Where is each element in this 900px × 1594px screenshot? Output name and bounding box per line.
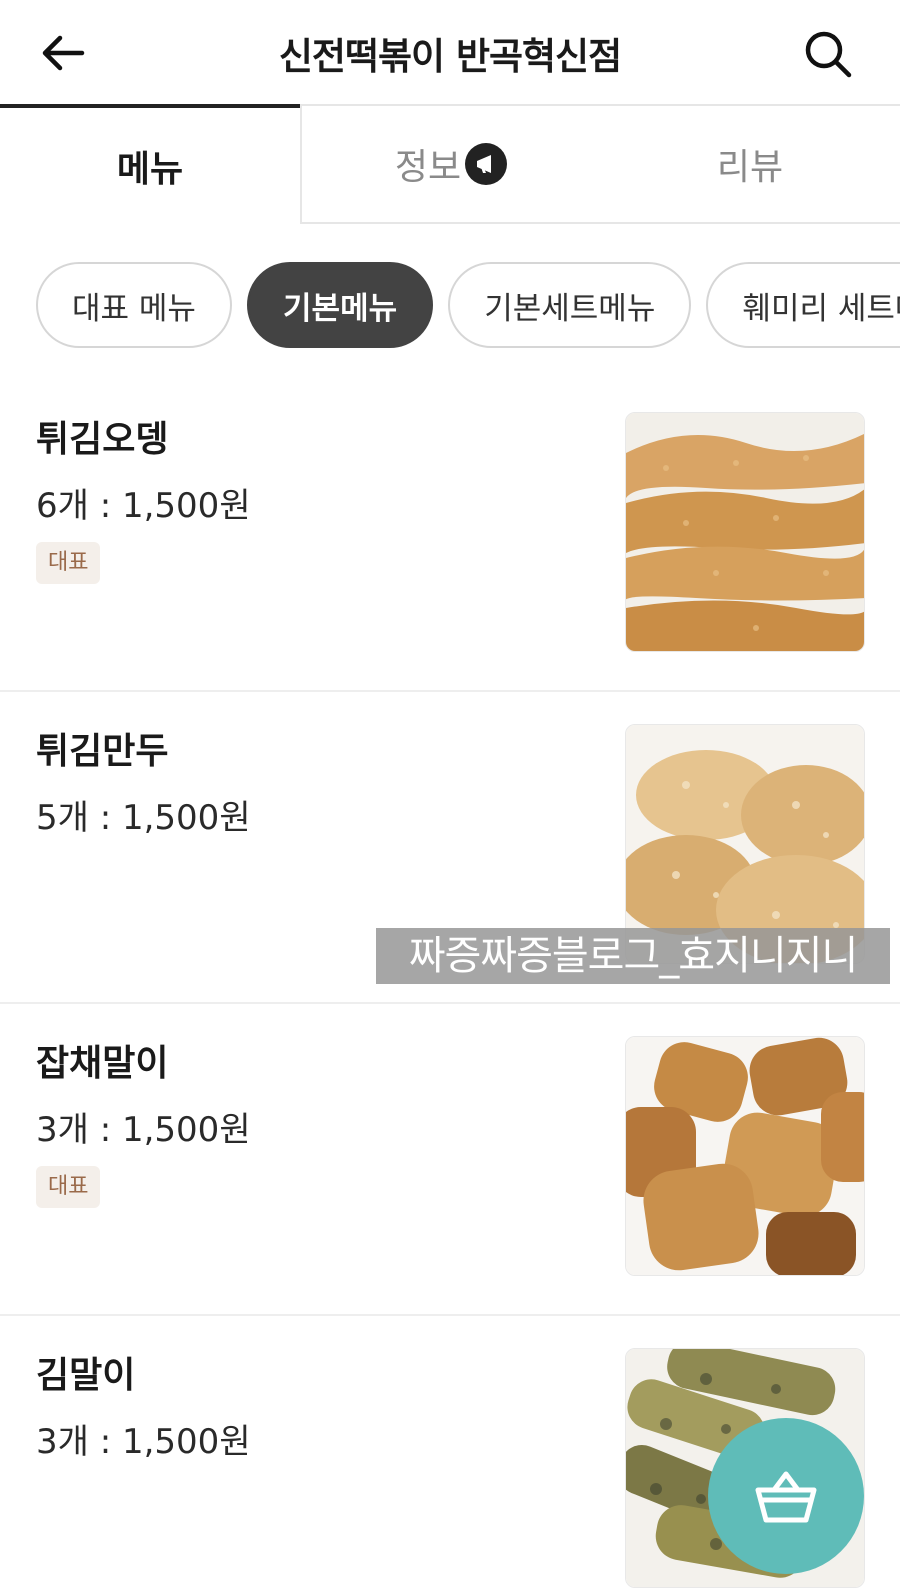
signature-badge: 대표 xyxy=(36,542,101,584)
category-chip-bar: 대표 메뉴 기본메뉴 기본세트메뉴 훼미리 세트메 xyxy=(36,262,900,348)
menu-item-price: 3개 : 1,500원 xyxy=(36,1422,251,1462)
chip-family-set-menu[interactable]: 훼미리 세트메 xyxy=(706,262,900,348)
tab-review[interactable]: 리뷰 xyxy=(600,104,900,224)
menu-list: 튀김오뎅 6개 : 1,500원 대표 튀김만두 5개 : 1,500원 잡채말… xyxy=(0,380,900,1594)
megaphone-icon xyxy=(465,143,508,185)
menu-item-fried-fishcake[interactable]: 튀김오뎅 6개 : 1,500원 대표 xyxy=(0,380,900,692)
signature-badge: 대표 xyxy=(36,1166,101,1208)
basket-icon xyxy=(755,1471,817,1523)
tab-bar: 메뉴 정보 리뷰 xyxy=(0,104,900,224)
chip-basic-menu[interactable]: 기본메뉴 xyxy=(247,262,434,348)
chip-signature-menu[interactable]: 대표 메뉴 xyxy=(36,262,232,348)
menu-item-price: 3개 : 1,500원 xyxy=(36,1110,251,1150)
menu-item-price: 6개 : 1,500원 xyxy=(36,486,251,526)
menu-item-name: 잡채말이 xyxy=(36,1043,169,1084)
tab-info[interactable]: 정보 xyxy=(300,104,600,224)
tab-menu[interactable]: 메뉴 xyxy=(0,104,300,224)
japchae-roll-photo xyxy=(625,1036,865,1276)
menu-item-name: 튀김오뎅 xyxy=(36,419,169,460)
chip-basic-set-menu[interactable]: 기본세트메뉴 xyxy=(448,262,692,348)
search-icon xyxy=(805,31,852,78)
page-title: 신전떡볶이 반곡혁신점 xyxy=(278,35,622,78)
tab-review-label: 리뷰 xyxy=(716,147,784,188)
menu-item-name: 김말이 xyxy=(36,1355,136,1396)
blog-watermark: 짜증짜증블로그_효지니지니 xyxy=(376,928,890,984)
app-header: 신전떡볶이 반곡혁신점 xyxy=(0,0,900,105)
tab-menu-label: 메뉴 xyxy=(116,149,184,190)
cart-button[interactable] xyxy=(708,1418,864,1574)
search-button[interactable] xyxy=(802,28,854,80)
menu-item-price: 5개 : 1,500원 xyxy=(36,798,251,838)
fried-fishcake-photo xyxy=(625,412,865,652)
menu-item-name: 튀김만두 xyxy=(36,731,169,772)
menu-item-japchae-roll[interactable]: 잡채말이 3개 : 1,500원 대표 xyxy=(0,1004,900,1316)
tab-info-label: 정보 xyxy=(394,147,462,188)
